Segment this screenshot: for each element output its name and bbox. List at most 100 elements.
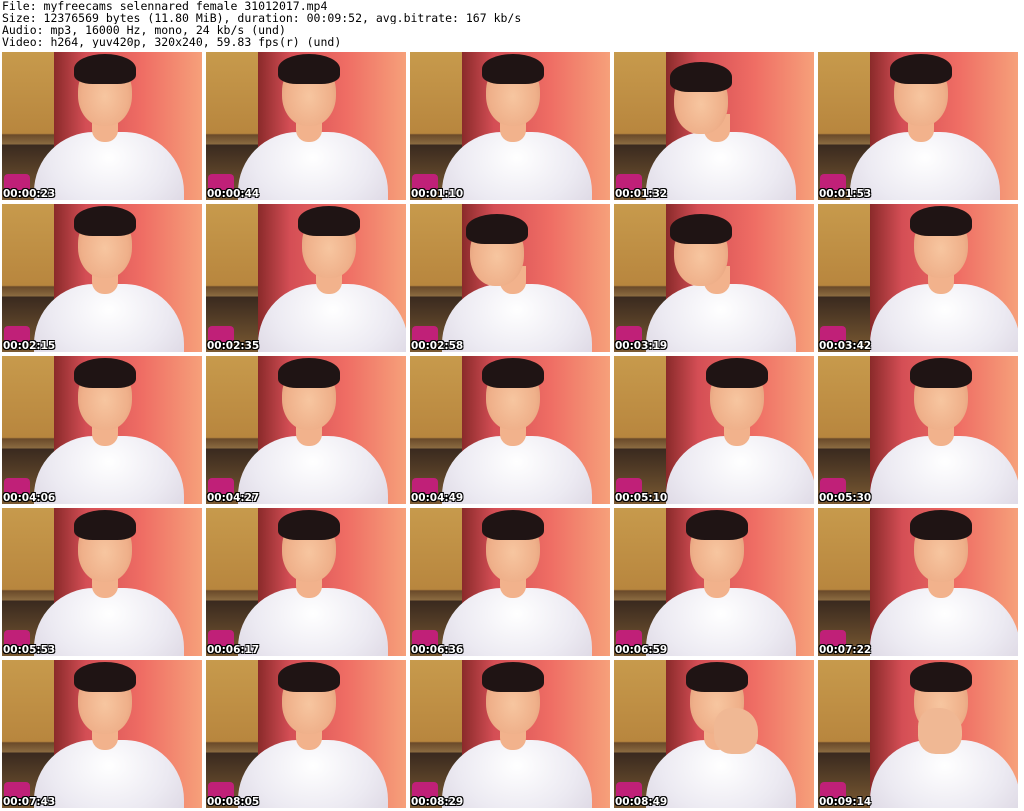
thumbnail-hair xyxy=(482,510,544,540)
video-thumbnail: 00:03:42 xyxy=(818,204,1018,352)
thumbnail-hair xyxy=(278,510,340,540)
thumbnail-timestamp: 00:07:43 xyxy=(3,796,56,808)
thumbnail-hair xyxy=(482,54,544,84)
video-thumbnail: 00:06:36 xyxy=(410,508,610,656)
video-thumbnail: 00:01:10 xyxy=(410,52,610,200)
thumbnail-shirt xyxy=(238,436,388,504)
thumbnail-timestamp: 00:04:06 xyxy=(3,492,56,504)
video-thumbnail: 00:01:32 xyxy=(614,52,814,200)
thumbnail-timestamp: 00:04:27 xyxy=(207,492,260,504)
thumbnail-hair xyxy=(278,54,340,84)
thumbnail-hair xyxy=(466,214,528,244)
thumbnail-timestamp: 00:06:36 xyxy=(411,644,464,656)
video-thumbnail: 00:07:22 xyxy=(818,508,1018,656)
thumbnail-shirt xyxy=(238,588,388,656)
thumbnail-hair xyxy=(74,358,136,388)
video-thumbnail: 00:05:53 xyxy=(2,508,202,656)
file-name-line: File: myfreecams_selennared_female_31012… xyxy=(2,0,328,12)
thumbnail-shirt xyxy=(666,436,814,504)
thumbnail-shirt xyxy=(34,740,184,808)
video-thumbnail: 00:02:58 xyxy=(410,204,610,352)
thumbnail-hair xyxy=(670,62,732,92)
file-size-line: Size: 12376569 bytes (11.80 MiB), durati… xyxy=(2,12,522,24)
thumbnail-timestamp: 00:01:10 xyxy=(411,188,464,200)
thumbnail-grid: 00:00:23 00:00:44 00:01:10 00:01:32 00:0 xyxy=(2,52,1022,811)
video-thumbnail: 00:09:14 xyxy=(818,660,1018,808)
thumbnail-timestamp: 00:03:19 xyxy=(615,340,668,352)
thumbnail-shirt xyxy=(258,284,406,352)
thumbnail-timestamp: 00:05:10 xyxy=(615,492,668,504)
thumbnail-shirt xyxy=(442,284,592,352)
video-thumbnail: 00:05:10 xyxy=(614,356,814,504)
thumbnail-timestamp: 00:08:05 xyxy=(207,796,260,808)
thumbnail-hair xyxy=(74,662,136,692)
thumbnail-hair xyxy=(298,206,360,236)
thumbnail-shirt xyxy=(646,132,796,200)
thumbnail-hair xyxy=(910,206,972,236)
video-thumbnail: 00:04:06 xyxy=(2,356,202,504)
audio-info-line: Audio: mp3, 16000 Hz, mono, 24 kb/s (und… xyxy=(2,24,286,36)
thumbnail-shirt xyxy=(870,436,1018,504)
thumbnail-timestamp: 00:00:44 xyxy=(207,188,260,200)
thumbnail-shirt xyxy=(34,132,184,200)
thumbnail-shirt xyxy=(34,284,184,352)
thumbnail-hair xyxy=(278,358,340,388)
thumbnail-shirt xyxy=(442,740,592,808)
thumbnail-hair xyxy=(706,358,768,388)
thumbnail-timestamp: 00:07:22 xyxy=(819,644,872,656)
thumbnail-timestamp: 00:06:17 xyxy=(207,644,260,656)
thumbnail-shirt xyxy=(34,436,184,504)
thumbnail-hair xyxy=(74,54,136,84)
thumbnail-shirt xyxy=(870,588,1018,656)
thumbnail-shirt xyxy=(238,132,388,200)
thumbnail-shirt xyxy=(850,132,1000,200)
thumbnail-shirt xyxy=(238,740,388,808)
thumbnail-hair xyxy=(910,662,972,692)
thumbnail-timestamp: 00:06:59 xyxy=(615,644,668,656)
thumbnail-timestamp: 00:01:32 xyxy=(615,188,668,200)
thumbnail-hand xyxy=(918,708,962,754)
video-thumbnail: 00:04:27 xyxy=(206,356,406,504)
video-thumbnail: 00:00:44 xyxy=(206,52,406,200)
thumbnail-timestamp: 00:02:58 xyxy=(411,340,464,352)
thumbnail-timestamp: 00:05:30 xyxy=(819,492,872,504)
video-thumbnail: 00:08:29 xyxy=(410,660,610,808)
thumbnail-hair xyxy=(74,206,136,236)
video-thumbnail: 00:06:17 xyxy=(206,508,406,656)
thumbnail-hair xyxy=(670,214,732,244)
video-thumbnail: 00:01:53 xyxy=(818,52,1018,200)
thumbnail-timestamp: 00:04:49 xyxy=(411,492,464,504)
video-thumbnail: 00:02:15 xyxy=(2,204,202,352)
thumbnail-shirt xyxy=(646,588,796,656)
thumbnail-timestamp: 00:08:29 xyxy=(411,796,464,808)
thumbnail-hand xyxy=(714,708,758,754)
thumbnail-hair xyxy=(482,662,544,692)
file-info-header: File: myfreecams_selennared_female_31012… xyxy=(2,0,1022,50)
video-thumbnail: 00:07:43 xyxy=(2,660,202,808)
video-thumbnail: 00:08:05 xyxy=(206,660,406,808)
video-thumbnail: 00:05:30 xyxy=(818,356,1018,504)
thumbnail-timestamp: 00:02:35 xyxy=(207,340,260,352)
thumbnail-hair xyxy=(482,358,544,388)
video-thumbnail: 00:00:23 xyxy=(2,52,202,200)
video-thumbnail: 00:03:19 xyxy=(614,204,814,352)
thumbnail-shirt xyxy=(34,588,184,656)
thumbnail-shirt xyxy=(442,132,592,200)
thumbnail-hair xyxy=(686,662,748,692)
thumbnail-timestamp: 00:09:14 xyxy=(819,796,872,808)
thumbnail-hair xyxy=(278,662,340,692)
thumbnail-timestamp: 00:08:49 xyxy=(615,796,668,808)
thumbnail-timestamp: 00:05:53 xyxy=(3,644,56,656)
thumbnail-hair xyxy=(910,358,972,388)
thumbnail-timestamp: 00:02:15 xyxy=(3,340,56,352)
thumbnail-timestamp: 00:03:42 xyxy=(819,340,872,352)
thumbnail-hair xyxy=(890,54,952,84)
thumbnail-shirt xyxy=(870,284,1018,352)
thumbnail-hair xyxy=(910,510,972,540)
thumbnail-shirt xyxy=(442,436,592,504)
thumbnail-hair xyxy=(686,510,748,540)
video-thumbnail: 00:06:59 xyxy=(614,508,814,656)
thumbnail-shirt xyxy=(646,284,796,352)
thumbnail-timestamp: 00:01:53 xyxy=(819,188,872,200)
thumbnail-hair xyxy=(74,510,136,540)
